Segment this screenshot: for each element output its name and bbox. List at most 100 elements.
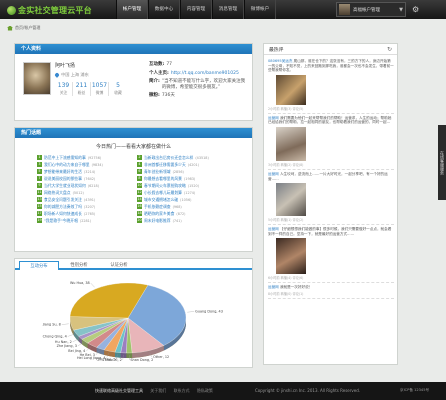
feed-photo[interactable] [276,238,306,275]
hot-topics-panel: 热门话题 今日热门——看看大家都在做什么 1 防范中上下流感需知的事 (92756)… [14,127,253,252]
hot-topic-item[interactable]: 6 青年创业新领域 (2856) [137,169,237,175]
hot-topic-row: 17 职场新人如何快速成长 (2765) 18 晒晒你的家乡美食 (872) [37,210,237,217]
hot-topic-link[interactable]: 城市交通拥堵怎么破 [144,197,178,203]
pie-slice-label: Wu Hua, 38 [70,281,90,285]
feed-author-link[interactable]: 运营网 [268,285,279,289]
profile-avatar[interactable] [23,62,51,95]
tab-interaction[interactable]: 互动分布 [19,261,59,270]
hot-comments-title: 最热评 [269,47,284,53]
hot-topic-item[interactable]: 7 说说美丽校园的那些事 (7642) [37,176,137,182]
profile-name[interactable]: 阿叶飞扬 [55,62,75,69]
tab-gender[interactable]: 性别分析 [59,261,99,270]
refresh-icon[interactable]: ↻ [387,46,392,53]
feed-photo[interactable] [276,74,306,105]
stat-fans[interactable]: 211 粉丝 [73,82,91,96]
hot-topic-count: (1056) [180,197,192,202]
feed-content: 人生坎坷，逆流而上……一片大好时光，一起分享吧，有一个好的运营…… [268,171,388,181]
info-key: 简介: [149,79,160,84]
pie-slice-label: Shan Dong, 2 [130,358,153,362]
feed-author-link[interactable]: 运营网 [268,172,279,176]
pie-slice-label: He Bei, 3 [80,353,95,357]
hot-topic-item[interactable]: 11 网络热词大盘点 (5012) [37,190,137,196]
hot-topic-link[interactable]: 梦想能带来最好的生活 [44,169,82,175]
hot-topic-count: (968) [172,204,182,209]
hot-topic-link[interactable]: 说说美丽校园的那些事 [44,176,82,182]
stat-posts[interactable]: 1057 微博 [91,82,109,96]
hot-topic-link[interactable]: 当新政出台后房价还会怎么样 [144,155,193,161]
nav-item-accounts[interactable]: 帐户管理 [116,0,148,19]
stat-favorites[interactable]: 5 收藏 [109,82,127,96]
hot-topic-link[interactable]: 网络热词大盘点 [44,190,71,196]
location-text: 中国 上海 浦东 [61,72,89,77]
hot-topic-link[interactable]: 你最想去看哪里的风景 [144,176,182,182]
hot-topic-item[interactable]: 17 职场新人如何快速成长 (2765) [37,211,137,217]
footer-link-privacy[interactable]: 隐私政策 [197,388,213,393]
feed-photo[interactable] [276,126,306,161]
home-icon[interactable] [7,25,13,31]
hot-topic-link[interactable]: 防范中上下流感需知的事 [44,155,86,161]
hot-topic-link[interactable]: 职场新人如何快速成长 [44,211,82,217]
rank-badge: 19 [37,218,42,223]
hot-topic-item[interactable]: 12 小长假去哪儿玩最划算 (1274) [137,190,237,196]
hot-topic-count: (7642) [83,176,96,181]
hot-topic-item[interactable]: 3 我们心中的动力来自于哪里 (9834) [37,162,137,168]
nav-item-data-center[interactable]: 数据中心 [148,0,180,19]
hot-topic-link[interactable]: 手机依赖症调查 [144,204,171,210]
hot-topic-item[interactable]: 4 非洲首都迁移需要多少天 (4201) [137,162,237,168]
rank-badge: 1 [37,155,42,160]
info-row: 互动数: 77 [149,62,249,68]
hot-topic-link[interactable]: 你的减肥方法奏效了吗 [44,204,82,210]
hot-topic-link[interactable]: 当代大学生就业现状如何 [44,183,86,189]
pie-label-line [90,282,95,288]
stat-following[interactable]: 139 关注 [55,82,73,96]
hot-topic-row: 15 你的减肥方法奏效了吗 (3207) 16 手机依赖症调查 (968) [37,203,237,210]
hot-topic-item[interactable]: 10 春节期间火车票抢购攻略 (1520) [137,183,237,189]
chevron-down-icon[interactable]: ▼ [397,7,405,13]
hot-topic-item[interactable]: 16 手机依赖症调查 (968) [137,204,237,210]
hot-topic-count: (4201) [187,162,200,167]
breadcrumb-text[interactable]: 首页/帐户管理 [15,25,40,31]
stat-label: 微博 [95,90,104,95]
feed-author-link[interactable]: 080695吴运杰 [268,59,293,63]
hot-topic-item[interactable]: 15 你的减肥方法奏效了吗 (3207) [37,204,137,210]
hot-topic-item[interactable]: 8 你最想去看哪里的风景 (1983) [137,176,237,182]
user-menu[interactable]: 高福帐户管理 ▼ [336,2,406,17]
rank-badge: 2 [137,155,142,160]
nav-item-weibo[interactable]: 微博帐户 [244,0,276,19]
info-value: 77 [166,62,173,67]
feed-photo[interactable] [276,183,306,217]
hot-topic-item[interactable]: 18 晒晒你的家乡美食 (872) [137,211,237,217]
hot-topic-link[interactable]: 小长假去哪儿玩最划算 [144,190,182,196]
logo[interactable]: 金实社交管理云平台 [7,5,92,16]
gear-icon[interactable]: ⚙ [412,5,421,14]
hot-topic-link[interactable]: 周末好电影推荐 [144,218,171,224]
hot-topic-link[interactable]: 食品安全问题引发关注 [44,197,82,203]
hot-topic-item[interactable]: 20 周末好电影推荐 (741) [137,218,237,224]
hot-topic-link[interactable]: 青年创业新领域 [144,169,171,175]
customer-service-tab[interactable]: 在线客服服务 [438,125,446,200]
hot-topic-link[interactable]: 春节期间火车票抢购攻略 [144,183,186,189]
hot-topic-item[interactable]: 14 城市交通拥堵怎么破 (1056) [137,197,237,203]
hot-topic-link[interactable]: 晒晒你的家乡美食 [144,211,174,217]
hot-topic-item[interactable]: 9 当代大学生就业现状如何 (6218) [37,183,137,189]
rank-badge: 7 [37,176,42,181]
hot-topic-item[interactable]: 5 梦想能带来最好的生活 (3214) [37,169,137,175]
feed-author-link[interactable]: 运营网 [268,227,279,231]
pie-label-line [187,311,195,313]
homepage-link[interactable]: http://t.qq.com/banme901025 [171,71,239,77]
hot-topic-link[interactable]: "我是歌手"今晚开唱 [44,218,78,224]
hot-topic-count: (92756) [87,155,102,160]
hot-topic-item[interactable]: 19 "我是歌手"今晚开唱 (2281) [37,218,137,224]
hot-topic-item[interactable]: 13 食品安全问题引发关注 (4391) [37,197,137,203]
feed-meta: 5小时前 转播(1) 评论(2) [268,218,304,223]
footer-link-contact[interactable]: 联系方式 [174,388,190,393]
hot-topic-item[interactable]: 1 防范中上下流感需知的事 (92756) [37,155,137,161]
hot-topic-link[interactable]: 非洲首都迁移需要多少天 [144,162,186,168]
nav-item-content[interactable]: 内容管理 [180,0,212,19]
nav-item-messages[interactable]: 消息管理 [212,0,244,19]
footer-link-about[interactable]: 关于我们 [150,388,166,393]
hot-topic-link[interactable]: 我们心中的动力来自于哪里 [44,162,90,168]
hot-topic-item[interactable]: 2 当新政出台后房价还会怎么样 (43518) [137,155,237,161]
tab-verification[interactable]: 认证分析 [99,261,139,270]
pie-slice-label: Chong Qing, 4 [43,334,67,338]
